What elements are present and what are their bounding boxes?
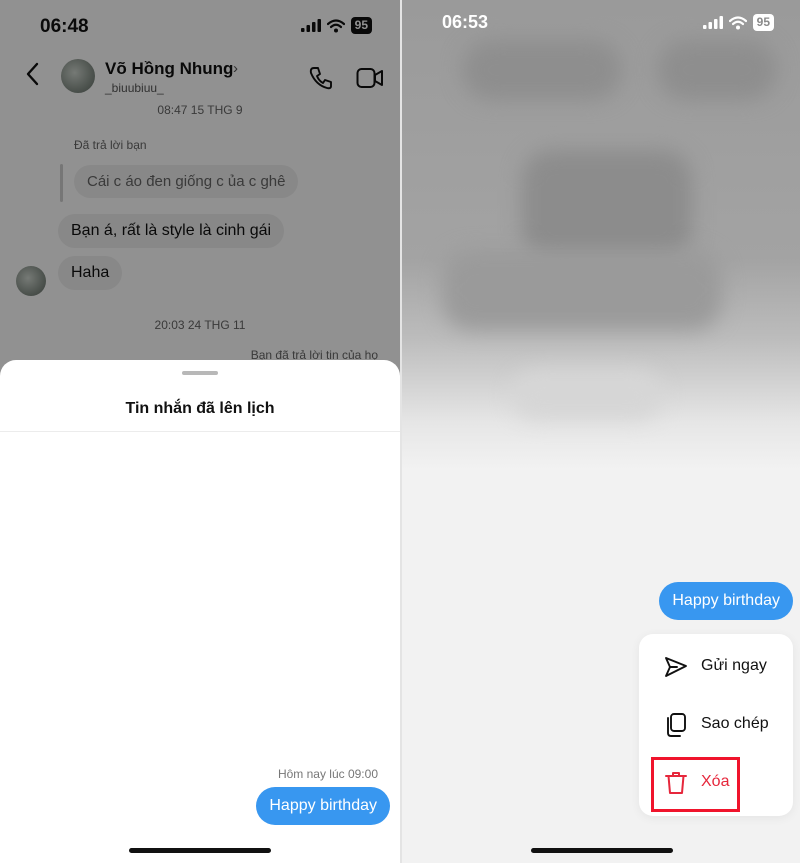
scheduled-time: Hôm nay lúc 09:00 [277, 767, 378, 781]
blurred-shape [522, 150, 692, 260]
highlight-box [651, 757, 740, 812]
right-phone-screen: 06:53 95 Happy birthday Gửi ngay Sao ché… [402, 0, 800, 863]
menu-label-copy: Sao chép [701, 715, 769, 732]
left-phone-screen: 06:48 95 Võ Hồng Nhung › _biuubiuu_ 08:4… [0, 0, 400, 863]
scheduled-message-bubble[interactable]: Happy birthday [659, 582, 793, 620]
battery-indicator: 95 [752, 14, 774, 31]
menu-item-copy[interactable]: Sao chép [639, 697, 793, 753]
blurred-shape [512, 370, 662, 420]
status-time: 06:53 [442, 12, 489, 32]
blurred-background [402, 0, 800, 470]
scheduled-messages-sheet: Tin nhắn đã lên lịch Hôm nay lúc 09:00 H… [0, 360, 400, 863]
blurred-shape [442, 250, 722, 330]
menu-label-send-now: Gửi ngay [701, 657, 767, 674]
wifi-icon [728, 15, 747, 29]
sheet-title: Tin nhắn đã lên lịch [125, 400, 275, 417]
blurred-shape [657, 40, 777, 100]
menu-item-send-now[interactable]: Gửi ngay [639, 639, 793, 695]
blurred-shape [462, 40, 622, 100]
signal-icon [702, 16, 723, 29]
scheduled-message-bubble[interactable]: Happy birthday [256, 787, 390, 825]
send-icon [665, 657, 687, 677]
sheet-grabber[interactable] [182, 371, 218, 375]
home-indicator [129, 848, 271, 853]
copy-icon [667, 713, 686, 737]
home-indicator [531, 848, 673, 853]
status-icons: 95 [702, 14, 774, 31]
sheet-divider [0, 431, 400, 432]
